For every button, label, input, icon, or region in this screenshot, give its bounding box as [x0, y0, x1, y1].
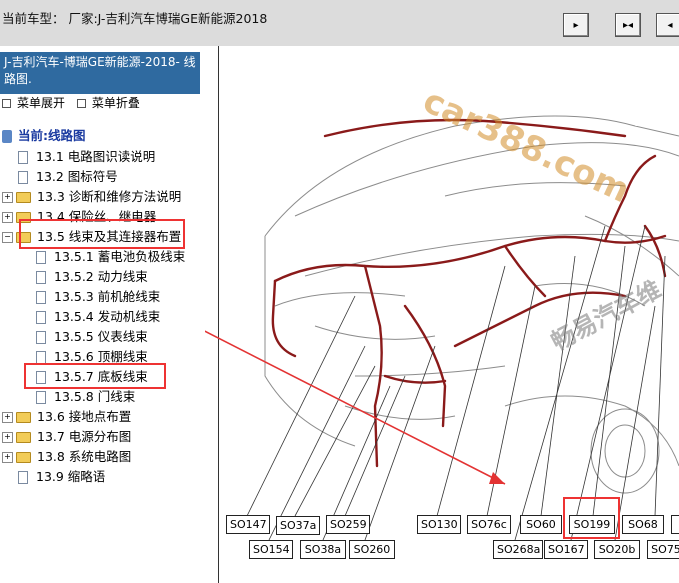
connector-label[interactable]: SO38a: [300, 540, 346, 559]
tree-item-label: 13.1 电路图识读说明: [36, 149, 156, 164]
tree-item-13-5-5[interactable]: 13.5.5 仪表线束: [36, 327, 148, 347]
tree-item-label: 13.5.2 动力线束: [54, 269, 148, 284]
document-icon: [36, 310, 46, 324]
top-bar: 当前车型： 厂家:J-吉利汽车博瑞GE新能源2018 ▸ ▸◂ ◂: [0, 0, 679, 46]
expand-icon[interactable]: +: [2, 191, 13, 203]
folder-icon: [16, 431, 31, 443]
connector-label[interactable]: SO20b: [594, 540, 640, 559]
expand-icon[interactable]: +: [2, 431, 13, 443]
tree-item-label: 13.5.3 前机舱线束: [54, 289, 161, 304]
tree-item-label: 13.8 系统电路图: [37, 449, 132, 464]
highlight-box-so199: [563, 497, 620, 539]
tree-item-label: 13.5.4 发动机线束: [54, 309, 161, 324]
tree-item-label: 13.2 图标符号: [36, 169, 118, 184]
document-icon: [36, 290, 46, 304]
connector-label[interactable]: SO75: [647, 540, 679, 559]
expand-icon[interactable]: +: [2, 211, 13, 223]
folder-icon: [16, 411, 31, 423]
document-icon: [18, 170, 28, 184]
highlight-box-13-5: [19, 219, 185, 249]
connector-label[interactable]: SO37a: [276, 516, 320, 535]
connector-label-partial[interactable]: [671, 515, 679, 534]
connector-label[interactable]: SO68: [622, 515, 664, 534]
tree-item-label: 13.5.1 蓄电池负极线束: [54, 249, 186, 264]
connector-label[interactable]: SO268a: [493, 540, 543, 559]
tree-item-13-1[interactable]: 13.1 电路图识读说明: [18, 147, 155, 167]
tree-item-13-5-4[interactable]: 13.5.4 发动机线束: [36, 307, 160, 327]
expand-icon[interactable]: +: [2, 411, 13, 423]
tree-item-label: 13.3 诊断和维修方法说明: [37, 189, 182, 204]
tree-item-label: 13.9 缩略语: [36, 469, 106, 484]
document-icon: [36, 250, 46, 264]
connector-label[interactable]: SO76c: [467, 515, 511, 534]
fit-width-button[interactable]: ▸◂: [615, 13, 641, 37]
document-icon: [36, 350, 46, 364]
document-icon: [36, 390, 46, 404]
tree-item-label: 13.7 电源分布图: [37, 429, 132, 444]
tree-item-13-2[interactable]: 13.2 图标符号: [18, 167, 118, 187]
tree-item-13-7[interactable]: +13.7 电源分布图: [2, 427, 131, 447]
play-right-icon: ▸: [573, 19, 579, 31]
folder-icon: [16, 191, 31, 203]
next-page-button[interactable]: ▸: [563, 13, 589, 37]
tree-root[interactable]: 当前:线路图: [2, 126, 86, 146]
play-left-icon: ◂: [667, 19, 673, 31]
tree-item-13-5-2[interactable]: 13.5.2 动力线束: [36, 267, 148, 287]
expand-icon[interactable]: +: [2, 451, 13, 463]
highlight-box-13-5-7: [24, 363, 166, 389]
book-icon: [2, 129, 12, 143]
folder-icon: [16, 451, 31, 463]
connector-label[interactable]: SO259: [326, 515, 370, 534]
connector-label[interactable]: SO260: [349, 540, 395, 559]
wiring-diagram[interactable]: car388.com 畅易汽车维 SO147 SO37a SO259 SO130…: [205, 46, 679, 583]
sidebar: J-吉利汽车-博瑞GE新能源-2018- 线路图. 菜单展开 菜单折叠 当前:线…: [0, 46, 205, 583]
connector-label[interactable]: SO154: [249, 540, 293, 559]
connector-label[interactable]: SO130: [417, 515, 461, 534]
tree-item-13-3[interactable]: +13.3 诊断和维修方法说明: [2, 187, 181, 207]
prev-page-button[interactable]: ◂: [656, 13, 679, 37]
tree-item-label: 13.6 接地点布置: [37, 409, 132, 424]
tree-item-13-9[interactable]: 13.9 缩略语: [18, 467, 105, 487]
tree-item-13-5-3[interactable]: 13.5.3 前机舱线束: [36, 287, 160, 307]
tree-item-label: 13.5.8 门线束: [54, 389, 136, 404]
tree-item-13-8[interactable]: +13.8 系统电路图: [2, 447, 131, 467]
tree-item-13-5-8[interactable]: 13.5.8 门线束: [36, 387, 135, 407]
document-icon: [18, 470, 28, 484]
tree-root-label: 当前:线路图: [18, 128, 86, 143]
connector-label[interactable]: SO167: [544, 540, 588, 559]
document-icon: [18, 150, 28, 164]
connector-label[interactable]: SO60: [520, 515, 562, 534]
connector-label[interactable]: SO147: [226, 515, 270, 534]
nav-tree: 当前:线路图 13.1 电路图识读说明 13.2 图标符号 +13.3 诊断和维…: [0, 46, 205, 583]
document-icon: [36, 270, 46, 284]
fit-icon: ▸◂: [622, 19, 634, 31]
tree-item-label: 13.5.5 仪表线束: [54, 329, 148, 344]
collapse-icon[interactable]: −: [2, 231, 13, 243]
tree-item-13-5-1[interactable]: 13.5.1 蓄电池负极线束: [36, 247, 185, 267]
current-vehicle-title: 当前车型： 厂家:J-吉利汽车博瑞GE新能源2018: [2, 11, 268, 26]
document-icon: [36, 330, 46, 344]
tree-item-13-6[interactable]: +13.6 接地点布置: [2, 407, 131, 427]
